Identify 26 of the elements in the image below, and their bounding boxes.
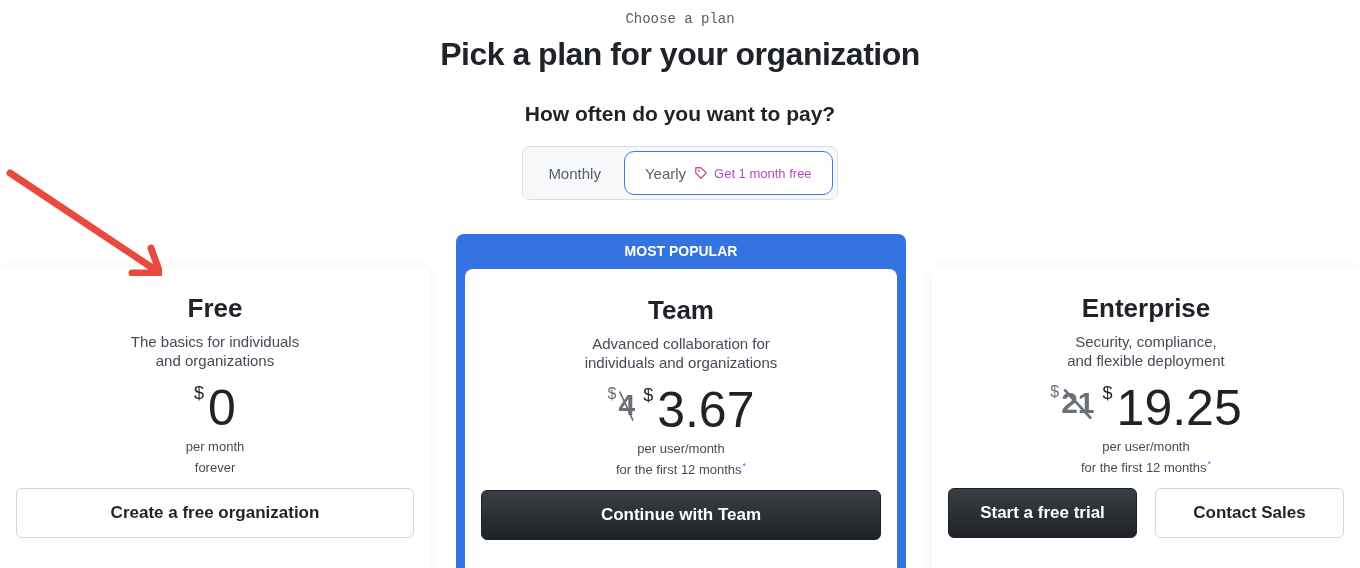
plan-name: Free [186,292,244,325]
plan-name: Enterprise [1080,292,1212,325]
page-title: Pick a plan for your organization [439,35,921,74]
badge-label: MOST POPULAR [623,242,739,261]
plan-description: Advanced collaboration for individuals and organizations [583,334,779,372]
plan-price: $^{$}$3.67 [643,382,755,438]
plan-button[interactable]: Continue with Team [481,490,881,540]
billing-option[interactable]: Monthly [527,151,622,195]
price-term: forever [193,459,237,477]
price-unit: per user/month [1101,438,1191,456]
price-term: for the first 12 months$^{*}$ [614,459,748,479]
plan-price: $^{$}$19.25 [1102,380,1242,436]
billing-question: How often do you want to pay? [523,101,837,127]
price-unit: per month [184,438,246,456]
plan-name: Team [647,294,715,327]
plan-button[interactable]: Create a free organization [16,488,414,538]
eyebrow-text: Choose a plan [624,10,736,28]
plan-button[interactable]: Start a free trial [948,488,1137,538]
billing-option[interactable]: Yearly Get 1 month free [623,151,833,195]
price-unit: per user/month [636,440,726,458]
tag-icon [694,166,709,180]
price-term: for the first 12 months$^{*}$ [1079,457,1213,477]
plan-description: Security, compliance, and flexible deployment [1066,332,1226,370]
plan-description: The basics for individuals and organizations [129,332,301,370]
plan-button[interactable]: Contact Sales [1155,488,1344,538]
plan-price: $^{$}$0 [194,380,236,436]
